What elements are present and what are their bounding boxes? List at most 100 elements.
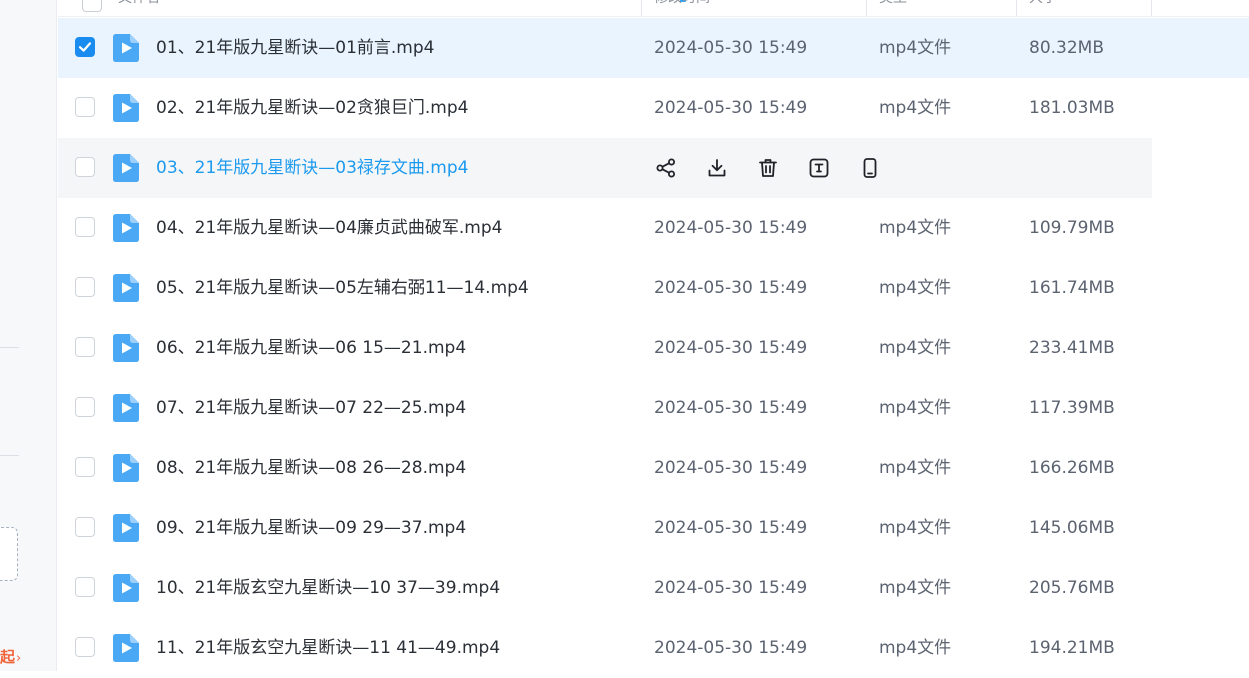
file-type: mp4文件 (879, 638, 952, 658)
file-size: 109.79MB (1029, 218, 1115, 238)
file-row[interactable]: 10、21年版玄空九星断诀—10 37—39.mp4 2024-05-30 15:… (58, 558, 1249, 618)
file-name[interactable]: 01、21年版九星断诀—01前言.mp4 (156, 18, 434, 78)
sidebar-collapse-button[interactable]: 起› (0, 646, 21, 667)
send-to-phone-button[interactable] (858, 156, 882, 180)
row-checkbox[interactable] (75, 577, 95, 597)
file-modified-time: 2024-05-30 15:49 (654, 278, 808, 298)
download-icon (705, 156, 729, 180)
file-row[interactable]: 02、21年版九星断诀—02贪狼巨门.mp4 2024-05-30 15:49 mp… (58, 78, 1249, 138)
file-name[interactable]: 09、21年版九星断诀—09 29—37.mp4 (156, 498, 466, 558)
row-checkbox[interactable] (75, 397, 95, 417)
file-modified-time: 2024-05-30 15:49 (654, 398, 808, 418)
column-header-modified[interactable]: 修改时间 (654, 0, 710, 16)
row-checkbox[interactable] (75, 457, 95, 477)
file-list: 01、21年版九星断诀—01前言.mp4 2024-05-30 15:49 mp4文… (58, 18, 1249, 678)
file-name[interactable]: 04、21年版九星断诀—04廉贞武曲破军.mp4 (156, 198, 502, 258)
video-file-icon (113, 334, 139, 362)
delete-button[interactable] (756, 156, 780, 180)
file-list-header: 文件名 修改时间 类型 大小 (58, 0, 1249, 17)
sidebar-upload-box[interactable] (0, 527, 18, 581)
file-type: mp4文件 (879, 338, 952, 358)
row-checkbox[interactable] (75, 277, 95, 297)
file-type: mp4文件 (879, 458, 952, 478)
file-size: 80.32MB (1029, 38, 1104, 58)
file-row[interactable]: 05、21年版九星断诀—05左辅右弼11—14.mp4 2024-05-30 15… (58, 258, 1249, 318)
video-file-icon (113, 394, 139, 422)
row-checkbox[interactable] (75, 517, 95, 537)
video-file-icon (113, 94, 139, 122)
column-separator (1151, 0, 1152, 16)
file-name[interactable]: 06、21年版九星断诀—06 15—21.mp4 (156, 318, 466, 378)
file-modified-time: 2024-05-30 15:49 (654, 98, 808, 118)
file-name[interactable]: 02、21年版九星断诀—02贪狼巨门.mp4 (156, 78, 468, 138)
column-separator (641, 0, 642, 16)
file-size: 205.76MB (1029, 578, 1115, 598)
file-name[interactable]: 08、21年版九星断诀—08 26—28.mp4 (156, 438, 466, 498)
sidebar-divider (0, 455, 19, 456)
file-row[interactable]: 11、21年版玄空九星断诀—11 41—49.mp4 2024-05-30 15:… (58, 618, 1249, 678)
share-button[interactable] (654, 156, 678, 180)
file-name[interactable]: 05、21年版九星断诀—05左辅右弼11—14.mp4 (156, 258, 529, 318)
file-modified-time: 2024-05-30 15:49 (654, 518, 808, 538)
file-size: 233.41MB (1029, 338, 1115, 358)
file-modified-time: 2024-05-30 15:49 (654, 578, 808, 598)
row-checkbox[interactable] (75, 157, 95, 177)
video-file-icon (113, 34, 139, 62)
row-checkbox[interactable] (75, 97, 95, 117)
file-modified-time: 2024-05-30 15:49 (654, 638, 808, 658)
rename-button[interactable] (807, 156, 831, 180)
video-file-icon (113, 574, 139, 602)
file-row[interactable]: 06、21年版九星断诀—06 15—21.mp4 2024-05-30 15:49… (58, 318, 1249, 378)
rename-icon (807, 156, 831, 180)
file-name[interactable]: 07、21年版九星断诀—07 22—25.mp4 (156, 378, 466, 438)
file-row[interactable]: 01、21年版九星断诀—01前言.mp4 2024-05-30 15:49 mp4文… (58, 18, 1249, 78)
file-name[interactable]: 03、21年版九星断诀—03禄存文曲.mp4 (156, 138, 468, 198)
file-row[interactable]: 08、21年版九星断诀—08 26—28.mp4 2024-05-30 15:49… (58, 438, 1249, 498)
sidebar-collapse-label: 起 (0, 648, 16, 666)
video-file-icon (113, 454, 139, 482)
file-row[interactable]: 04、21年版九星断诀—04廉贞武曲破军.mp4 2024-05-30 15:49… (58, 198, 1249, 258)
file-size: 145.06MB (1029, 518, 1115, 538)
video-file-icon (113, 514, 139, 542)
row-checkbox[interactable] (75, 637, 95, 657)
video-file-icon (113, 634, 139, 662)
column-separator (866, 0, 867, 16)
file-size: 194.21MB (1029, 638, 1115, 658)
file-type: mp4文件 (879, 278, 952, 298)
video-file-icon (113, 214, 139, 242)
phone-icon (858, 156, 882, 180)
column-separator (1016, 0, 1017, 16)
delete-icon (756, 156, 780, 180)
file-type: mp4文件 (879, 218, 952, 238)
file-size: 181.03MB (1029, 98, 1115, 118)
file-modified-time: 2024-05-30 15:49 (654, 458, 808, 478)
file-name[interactable]: 10、21年版玄空九星断诀—10 37—39.mp4 (156, 558, 500, 618)
file-row[interactable]: 07、21年版九星断诀—07 22—25.mp4 2024-05-30 15:49… (58, 378, 1249, 438)
file-modified-time: 2024-05-30 15:49 (654, 338, 808, 358)
row-checkbox[interactable] (75, 37, 95, 57)
file-size: 117.39MB (1029, 398, 1115, 418)
chevron-right-icon: › (16, 651, 22, 666)
sidebar-divider (0, 347, 19, 348)
file-size: 161.74MB (1029, 278, 1115, 298)
select-all-checkbox[interactable] (82, 0, 102, 12)
file-type: mp4文件 (879, 518, 952, 538)
download-button[interactable] (705, 156, 729, 180)
file-modified-time: 2024-05-30 15:49 (654, 38, 808, 58)
file-row[interactable]: 09、21年版九星断诀—09 29—37.mp4 2024-05-30 15:49… (58, 498, 1249, 558)
sidebar: 起› (0, 0, 57, 671)
column-header-type[interactable]: 类型 (879, 0, 907, 16)
row-checkbox[interactable] (75, 217, 95, 237)
video-file-icon (113, 274, 139, 302)
file-type: mp4文件 (879, 398, 952, 418)
file-type: mp4文件 (879, 578, 952, 598)
file-type: mp4文件 (879, 38, 952, 58)
column-header-name[interactable]: 文件名 (118, 0, 160, 16)
column-header-size[interactable]: 大小 (1029, 0, 1057, 16)
file-size: 166.26MB (1029, 458, 1115, 478)
file-name[interactable]: 11、21年版玄空九星断诀—11 41—49.mp4 (156, 618, 500, 678)
file-row[interactable]: 03、21年版九星断诀—03禄存文曲.mp4 (58, 138, 1152, 198)
video-file-icon (113, 154, 139, 182)
file-type: mp4文件 (879, 98, 952, 118)
row-checkbox[interactable] (75, 337, 95, 357)
